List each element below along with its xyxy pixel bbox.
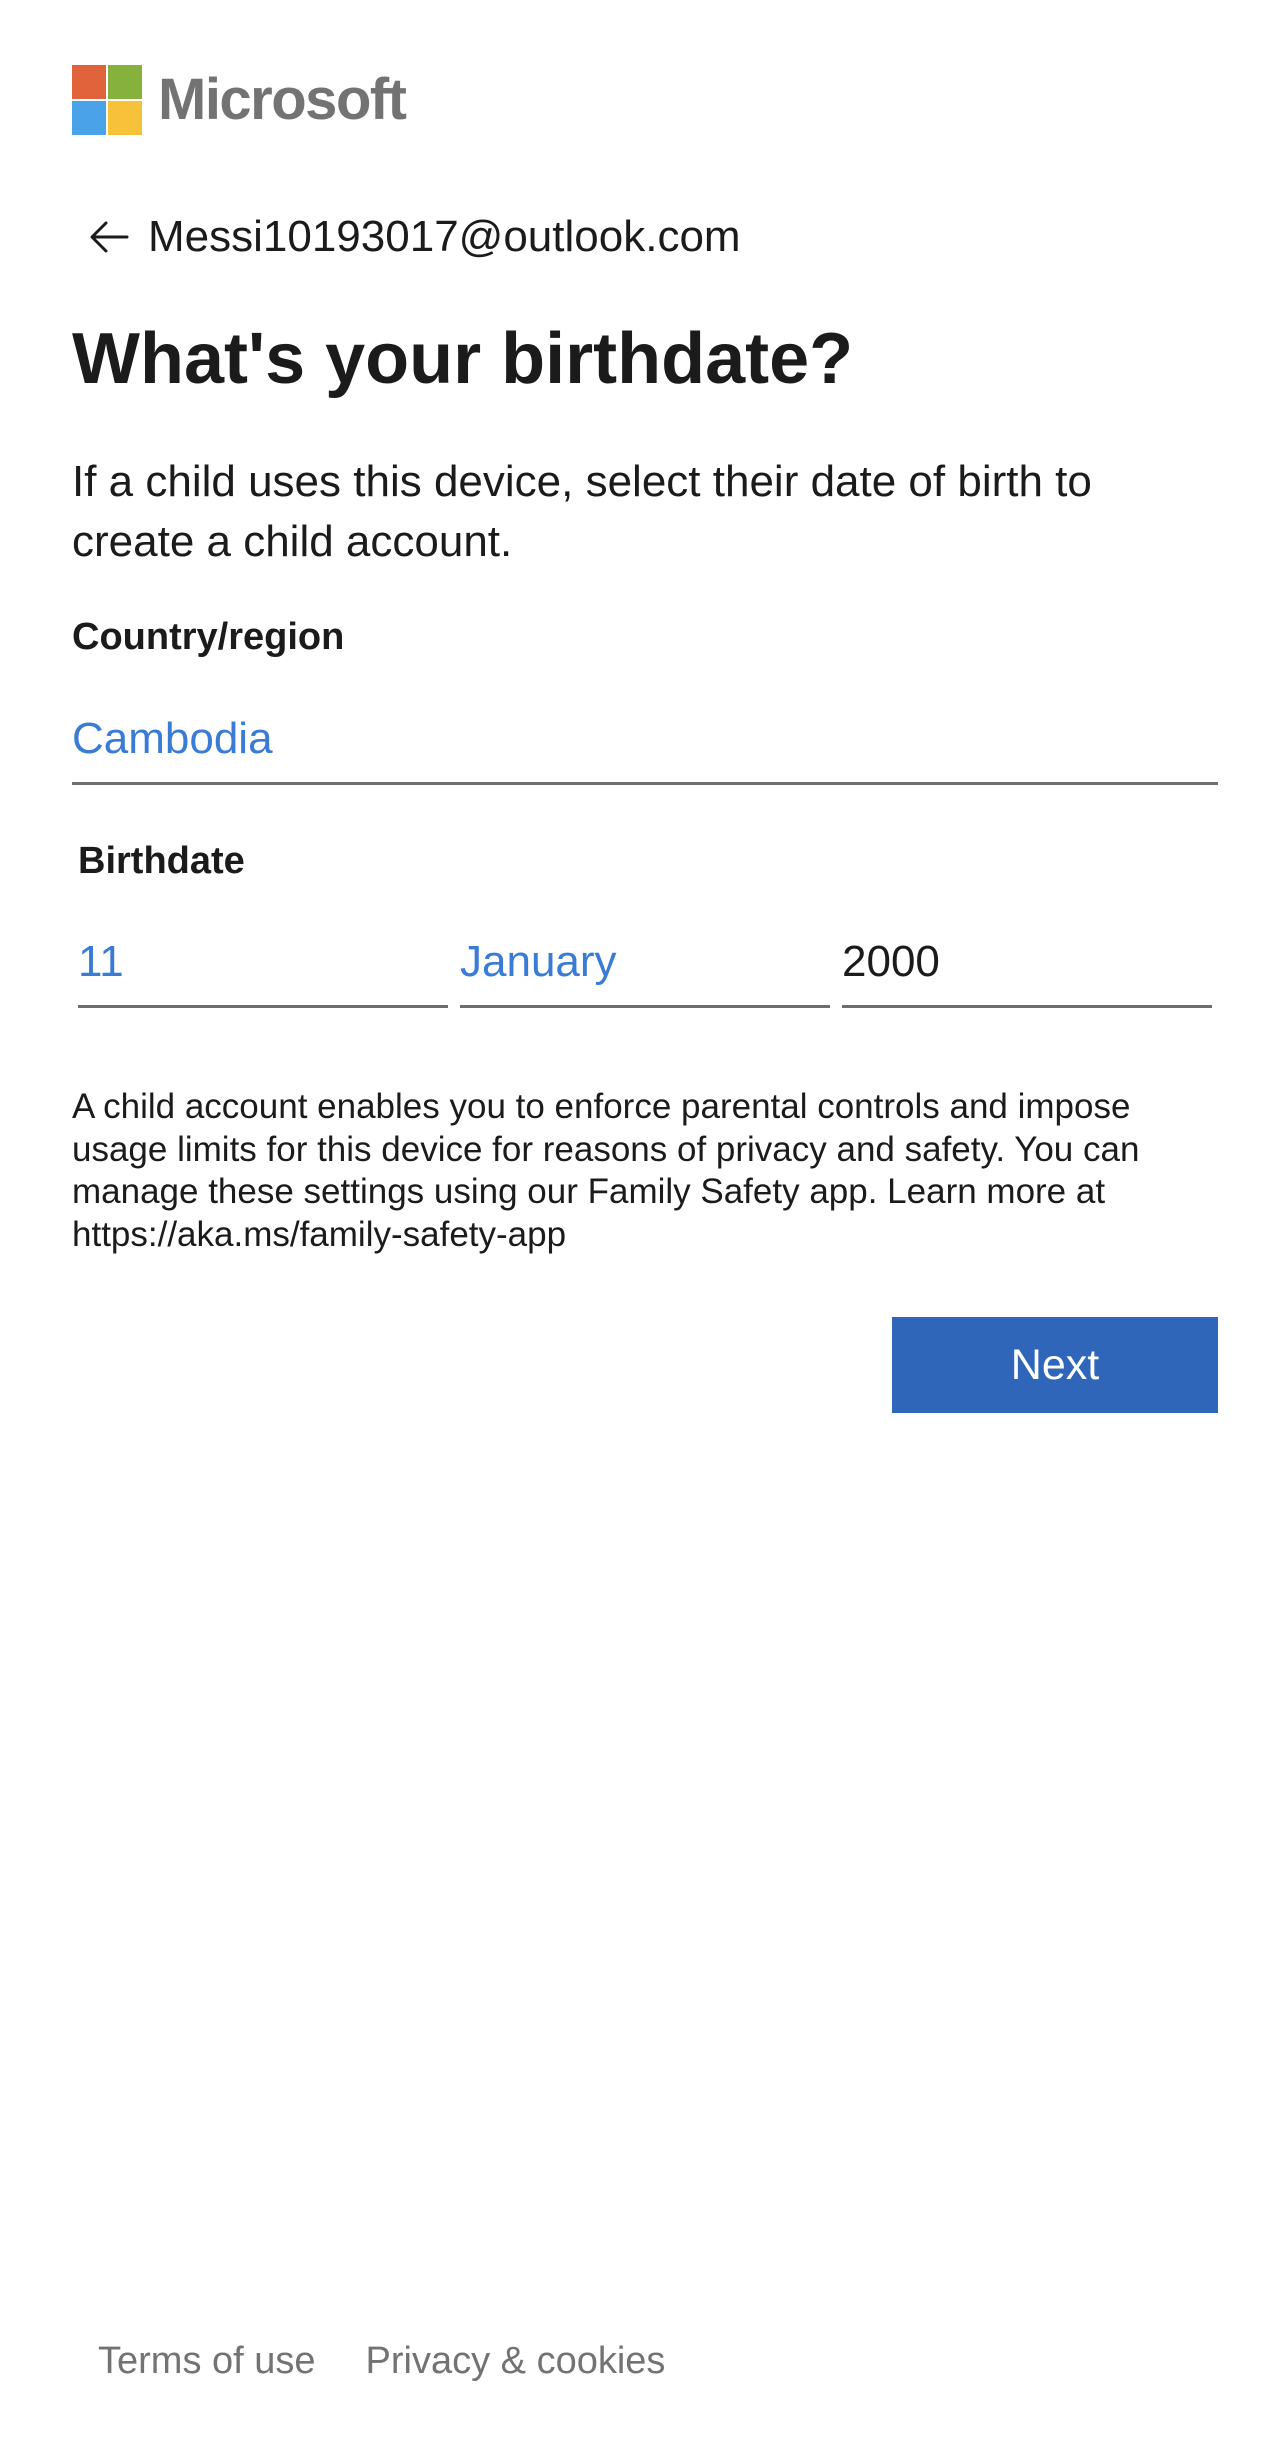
country-region-label: Country/region — [72, 616, 345, 658]
arrow-left-icon — [90, 221, 129, 253]
birth-year-input[interactable]: 2000 — [842, 918, 1212, 1008]
footer: Terms of use Privacy & cookies — [98, 2340, 665, 2383]
birth-day-value: 11 — [78, 936, 124, 986]
birth-month-value: January — [460, 936, 617, 986]
privacy-cookies-link[interactable]: Privacy & cookies — [366, 2340, 666, 2383]
child-account-info: A child account enables you to enforce p… — [72, 1087, 1140, 1254]
birth-month-select[interactable]: January — [460, 918, 830, 1008]
logo-wordmark: Microsoft — [158, 67, 407, 132]
terms-of-use-link[interactable]: Terms of use — [98, 2340, 316, 2383]
account-email: Messi10193017@outlook.com — [148, 212, 741, 261]
page-title: What's your birthdate? — [72, 319, 854, 399]
birth-year-value: 2000 — [842, 936, 940, 986]
back-button[interactable] — [86, 214, 132, 260]
birthdate-label: Birthdate — [78, 840, 245, 882]
identity-banner: Messi10193017@outlook.com — [86, 205, 741, 269]
country-region-value: Cambodia — [72, 713, 273, 763]
microsoft-logo-icon — [72, 65, 142, 135]
birth-day-select[interactable]: 11 — [78, 918, 448, 1008]
country-region-select[interactable]: Cambodia — [72, 695, 1218, 785]
next-button[interactable]: Next — [892, 1317, 1218, 1413]
microsoft-logo: Microsoft — [72, 65, 407, 135]
page-description: If a child uses this device, select thei… — [72, 457, 1092, 566]
